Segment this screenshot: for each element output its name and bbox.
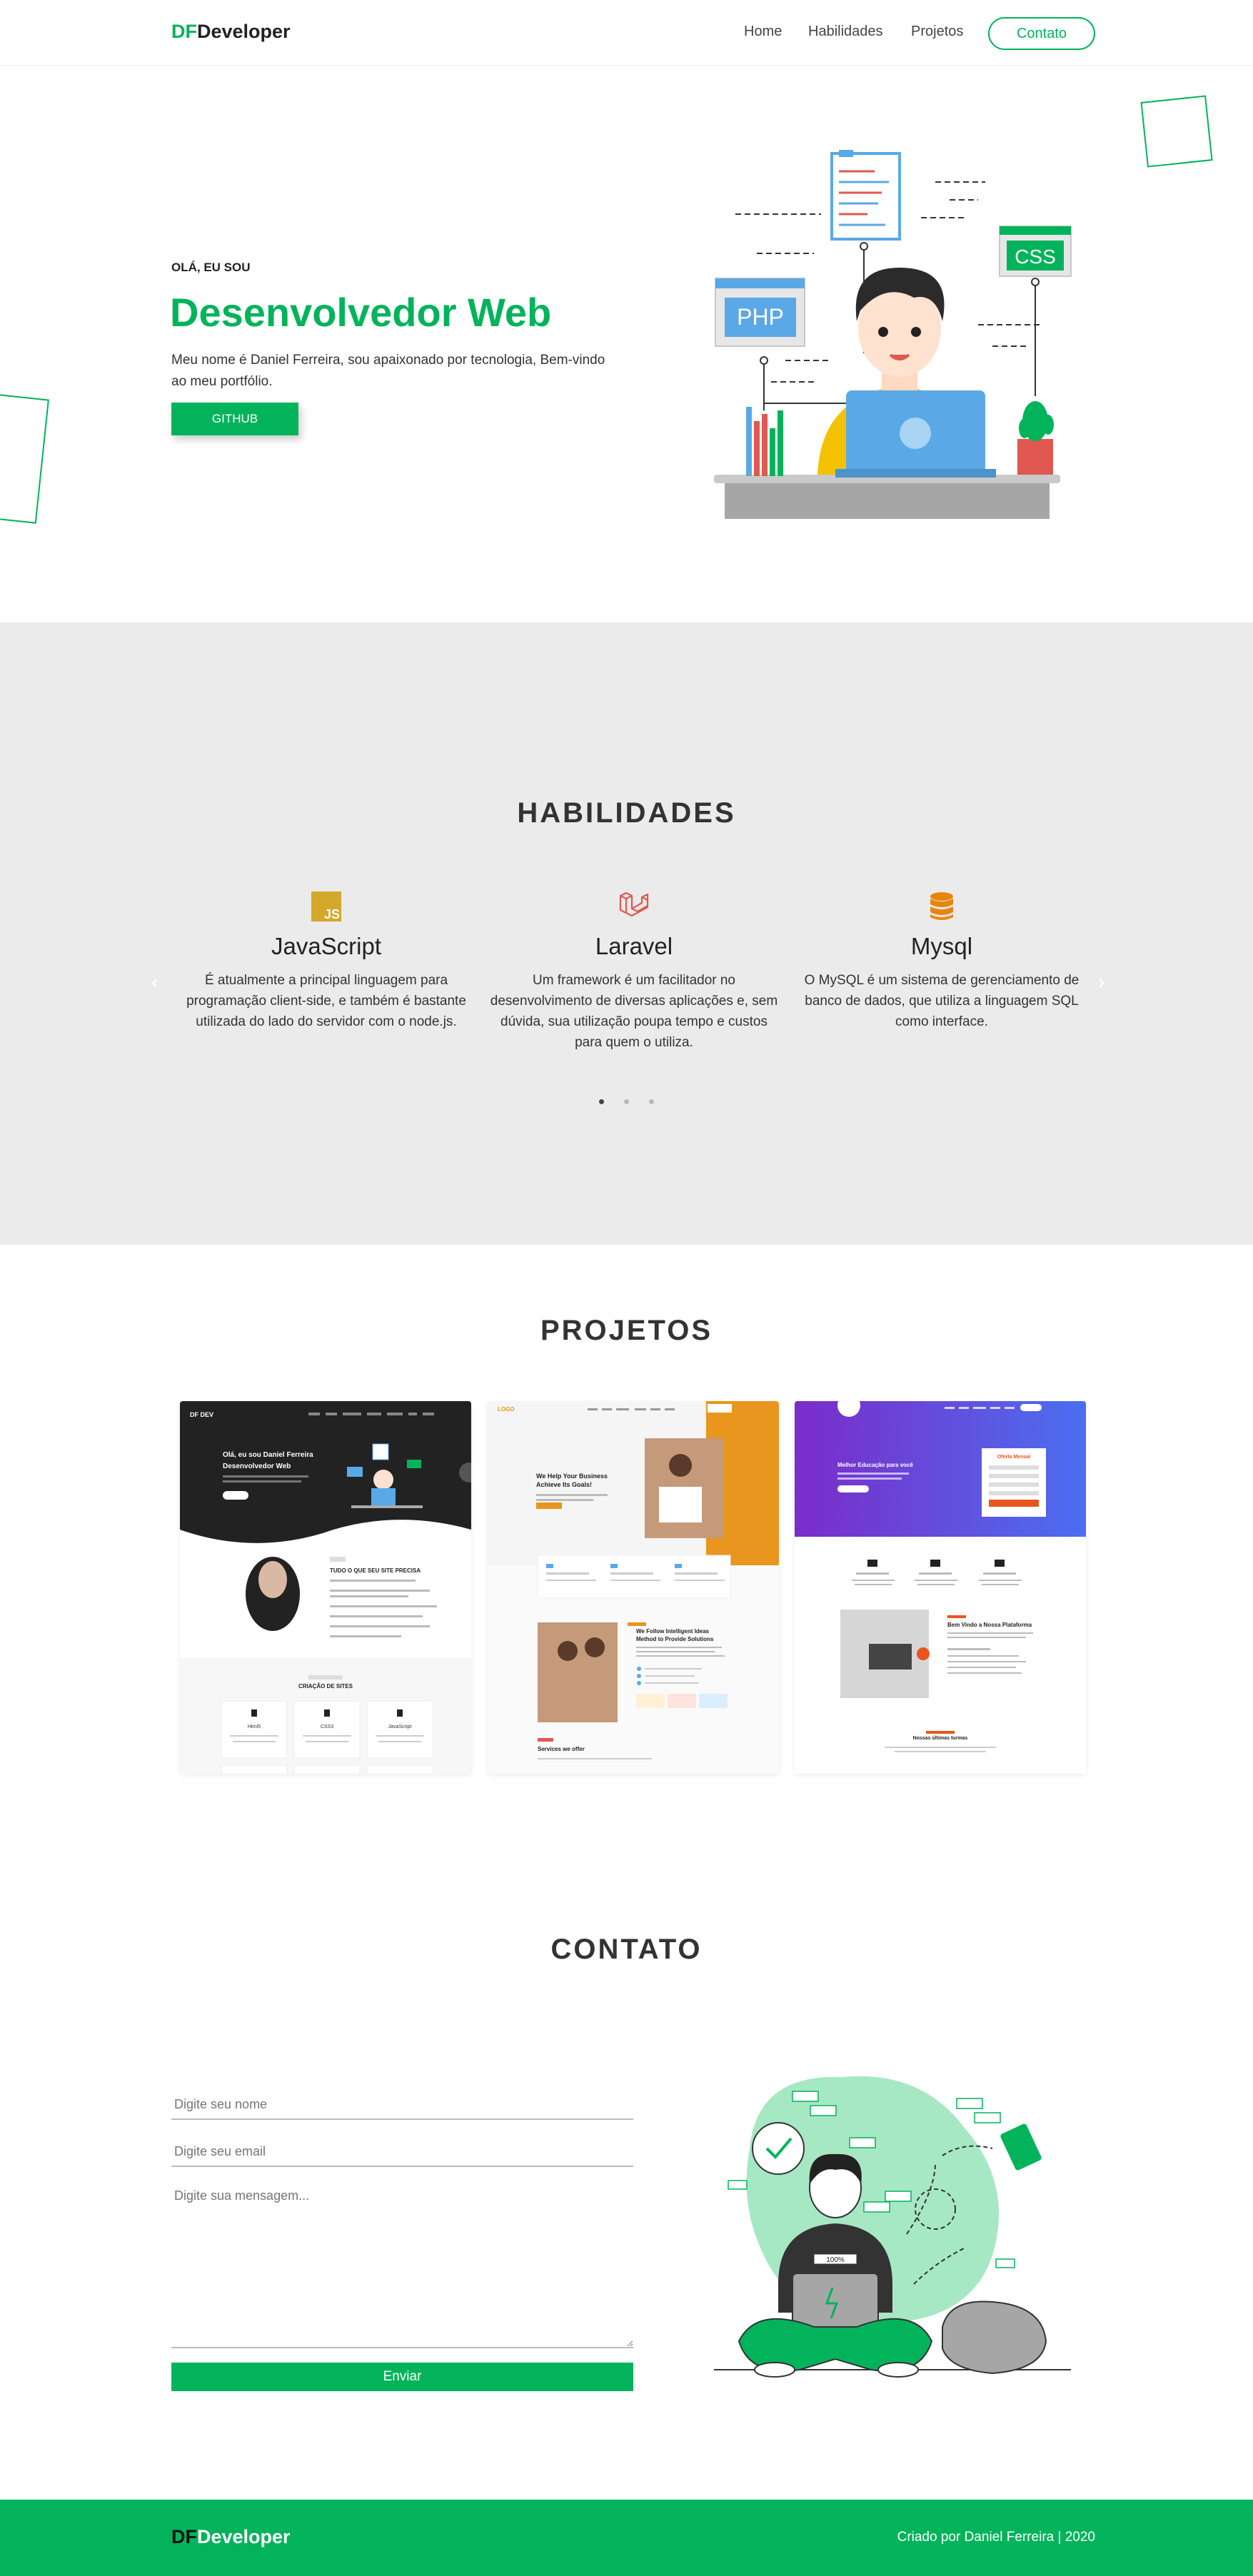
svg-text:Melhor Educação para você: Melhor Educação para você [837, 1462, 913, 1468]
developer-illustration: PHP CSS [714, 150, 1072, 519]
svg-text:Desenvolvedor Web: Desenvolvedor Web [223, 1463, 291, 1470]
decorative-square [1140, 95, 1213, 168]
footer: DFDeveloper Criado por Daniel Ferreira |… [0, 2500, 1253, 2576]
nav-contact-button[interactable]: Contato [988, 17, 1095, 50]
chevron-right-icon[interactable]: › [1098, 971, 1104, 994]
contact-illustration: 100% [714, 2076, 1071, 2378]
svg-text:TUDO O QUE SEU SITE PRECISA: TUDO O QUE SEU SITE PRECISA [330, 1567, 421, 1574]
brand-logo[interactable]: DFDeveloper [171, 21, 291, 43]
chevron-left-icon[interactable]: ‹ [151, 971, 158, 994]
css-label: CSS [1015, 246, 1056, 268]
svg-text:We Help Your Business: We Help Your Business [536, 1473, 608, 1480]
skill-name: Mysql [910, 933, 973, 959]
name-input[interactable] [171, 2090, 633, 2120]
footer-brand: DFDeveloper [171, 2526, 291, 2548]
skill-card: JS JavaScript É atualmente a principal l… [180, 890, 473, 1032]
svg-text:CRIAÇÃO DE SITES: CRIAÇÃO DE SITES [298, 1683, 353, 1689]
php-label: PHP [737, 304, 784, 330]
progress-badge: 100% [826, 2256, 845, 2264]
database-icon [930, 892, 953, 920]
project-screenshot: LOGO We Help Your Business Achieve Its G… [488, 1401, 779, 1774]
email-input[interactable] [171, 2137, 633, 2167]
skill-description: O MySQL é um sistema de gerenciamento de… [804, 973, 1080, 1029]
skills-section: HABILIDADES ‹ › JS JavaScript É atualmen… [0, 622, 1253, 1245]
svg-text:Services we offer: Services we offer [538, 1746, 585, 1752]
skills-title: HABILIDADES [517, 797, 736, 829]
github-button[interactable]: GITHUB [171, 403, 298, 435]
contact-title: CONTATO [550, 1934, 703, 1965]
js-icon: JS [311, 892, 341, 921]
footer-credit: Criado por Daniel Ferreira | 2020 [897, 2530, 1095, 2545]
nav-link-habilidades[interactable]: Habilidades [808, 24, 883, 40]
svg-text:Bem Vindo a Nossa Plataforma: Bem Vindo a Nossa Plataforma [947, 1622, 1032, 1628]
skill-name: Laravel [595, 933, 673, 959]
project-card[interactable]: LOGO We Help Your Business Achieve Its G… [488, 1401, 779, 1774]
carousel-indicator[interactable] [624, 1099, 629, 1104]
project-screenshot: Melhor Educação para você Oferta Mensal … [795, 1401, 1086, 1774]
svg-text:Olá, eu sou Daniel Ferreira: Olá, eu sou Daniel Ferreira [223, 1451, 313, 1459]
brand-prefix: DF [171, 21, 197, 42]
carousel-indicator[interactable] [649, 1099, 654, 1104]
skill-card: Laravel Um framework é um facilitador no… [488, 890, 780, 1053]
project-screenshot: DF DEV Olá, eu sou Daniel Ferreira Desen… [180, 1401, 471, 1774]
carousel-indicators [0, 1099, 1253, 1104]
skill-card: Mysql O MySQL é um sistema de gerenciame… [795, 890, 1088, 1032]
navbar: DFDeveloper Home Habilidades Projetos Co… [0, 0, 1253, 66]
svg-text:Method to Provide Solutions: Method to Provide Solutions [636, 1636, 714, 1642]
svg-text:Html5: Html5 [248, 1724, 261, 1729]
projects-title: PROJETOS [540, 1315, 713, 1346]
project-card[interactable]: Melhor Educação para você Oferta Mensal … [795, 1401, 1086, 1774]
hero-kicker: OLÁ, EU SOU [171, 261, 251, 274]
skill-description: Um framework é um facilitador no desenvo… [490, 973, 778, 1050]
hero-title: Desenvolvedor Web [170, 290, 552, 335]
svg-text:Achieve Its Goals!: Achieve Its Goals! [536, 1481, 592, 1488]
nav-link-home[interactable]: Home [744, 24, 782, 40]
skill-name: JavaScript [271, 933, 382, 959]
svg-text:Oferta Mensal: Oferta Mensal [997, 1455, 1030, 1460]
skill-description: É atualmente a principal linguagem para … [186, 973, 466, 1029]
project-card[interactable]: DF DEV Olá, eu sou Daniel Ferreira Desen… [180, 1401, 471, 1774]
hero-description: Meu nome é Daniel Ferreira, sou apaixona… [171, 353, 605, 389]
svg-text:DF DEV: DF DEV [190, 1411, 213, 1418]
send-button[interactable]: Enviar [171, 2363, 633, 2391]
footer-brand-suffix: Developer [197, 2526, 291, 2547]
svg-text:Nossas últimas turmas: Nossas últimas turmas [913, 1736, 968, 1741]
svg-text:LOGO: LOGO [498, 1406, 515, 1413]
svg-text:JS: JS [324, 907, 340, 921]
message-textarea[interactable] [171, 2183, 633, 2348]
svg-text:CSS3: CSS3 [321, 1724, 333, 1729]
nav-link-projetos[interactable]: Projetos [911, 24, 963, 40]
svg-text:JavaScript: JavaScript [388, 1724, 412, 1729]
brand-suffix: Developer [197, 21, 291, 42]
svg-text:We Follow Intelligent Ideas: We Follow Intelligent Ideas [636, 1628, 710, 1635]
decorative-square [0, 393, 49, 524]
footer-brand-prefix: DF [171, 2526, 197, 2547]
carousel-indicator[interactable] [599, 1099, 604, 1104]
laravel-icon [619, 892, 649, 917]
